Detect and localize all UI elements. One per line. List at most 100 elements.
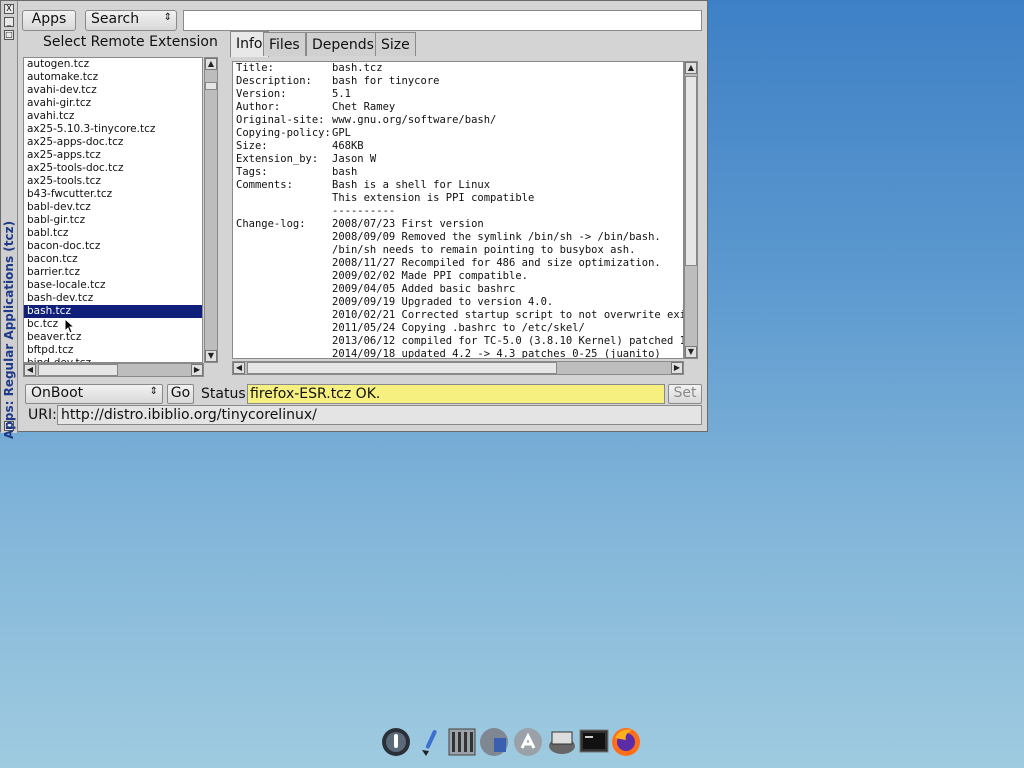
info-value: 2010/02/21 Corrected startup script to n… [332,309,684,321]
list-item[interactable]: avahi-dev.tcz [24,84,202,97]
info-value: /bin/sh needs to remain pointing to busy… [332,244,636,256]
power-icon[interactable] [380,726,412,758]
scroll-thumb[interactable] [205,82,217,90]
onboot-dropdown[interactable]: OnBoot ⇕ [25,384,163,404]
info-key: Version: [236,88,287,100]
apps-icon[interactable] [512,726,544,758]
hscroll-thumb[interactable] [38,364,118,376]
scroll-up-icon[interactable]: ▲ [205,58,217,70]
list-item[interactable]: automake.tcz [24,71,202,84]
tab-depends[interactable]: Depends [306,32,380,56]
terminal-icon[interactable] [578,726,610,758]
info-row: 2009/04/05 Added basic bashrc [233,283,683,296]
scroll-left-icon[interactable]: ◀ [233,362,245,374]
uri-label: URI: [28,407,57,423]
list-item[interactable]: ax25-tools.tcz [24,175,202,188]
window-titlebar[interactable]: X _ □ □ Apps: Regular Applications (tcz) [1,1,18,439]
info-key: Comments: [236,179,293,191]
scroll-right-icon[interactable]: ▶ [671,362,683,374]
list-item[interactable]: bacon.tcz [24,253,202,266]
list-item[interactable]: beaver.tcz [24,331,202,344]
list-item[interactable]: ax25-5.10.3-tinycore.tcz [24,123,202,136]
apps-menu-button[interactable]: Apps [22,10,76,31]
info-key: Size: [236,140,268,152]
info-value: bash.tcz [332,62,383,74]
list-item[interactable]: bacon-doc.tcz [24,240,202,253]
list-item[interactable]: b43-fwcutter.tcz [24,188,202,201]
info-key: Title: [236,62,274,74]
list-item[interactable]: babl.tcz [24,227,202,240]
dock [378,726,646,762]
scroll-thumb[interactable] [685,76,697,266]
list-item[interactable]: ax25-tools-doc.tcz [24,162,202,175]
info-row: /bin/sh needs to remain pointing to busy… [233,244,683,257]
uri-field[interactable]: http://distro.ibiblio.org/tinycorelinux/ [57,405,702,425]
maximize-icon[interactable]: □ [4,30,14,40]
info-key: Original-site: [236,114,325,126]
go-button[interactable]: Go [167,384,194,404]
list-item[interactable]: barrier.tcz [24,266,202,279]
info-row: Extension_by: Jason W [233,153,683,166]
info-value: GPL [332,127,351,139]
onboot-dropdown-label: OnBoot [31,385,84,401]
close-icon[interactable]: X [4,4,14,14]
app-window: X _ □ □ Apps: Regular Applications (tcz)… [0,0,708,439]
list-item[interactable]: avahi-gir.tcz [24,97,202,110]
list-item[interactable]: ax25-apps.tcz [24,149,202,162]
tab-files[interactable]: Files [263,32,306,56]
info-value: 2008/07/23 First version [332,218,484,230]
firefox-icon[interactable] [610,726,642,758]
info-value: 2009/02/02 Made PPI compatible. [332,270,528,282]
info-row: ---------- [233,205,683,218]
left-pane-title: Select Remote Extension [43,34,218,50]
info-key: Tags: [236,166,268,178]
control-panel-icon[interactable] [446,726,478,758]
extension-list-hscroll[interactable]: ◀ ▶ [23,363,204,377]
list-item[interactable]: base-locale.tcz [24,279,202,292]
network-icon[interactable] [546,726,578,758]
info-value: This extension is PPI compatible [332,192,535,204]
status-label: Status [201,386,246,402]
tab-size[interactable]: Size [375,32,416,56]
info-hscroll[interactable]: ◀ ▶ [232,361,684,375]
list-item[interactable]: bash-dev.tcz [24,292,202,305]
info-key: Author: [236,101,281,113]
list-item[interactable]: babl-dev.tcz [24,201,202,214]
scroll-down-icon[interactable]: ▼ [685,346,697,358]
list-item[interactable]: bc.tcz [24,318,202,331]
search-dropdown[interactable]: Search ⇕ [85,10,177,31]
extension-list[interactable]: autogen.tcz automake.tcz avahi-dev.tcz avah… [23,57,203,363]
set-button[interactable]: Set [668,384,702,404]
info-value: bash for tinycore [332,75,440,87]
list-item[interactable]: babl-gir.tcz [24,214,202,227]
info-row: 2010/02/21 Corrected startup script to n… [233,309,683,322]
info-value: Jason W [332,153,377,165]
hscroll-thumb[interactable] [247,362,557,374]
paint-brush-icon[interactable] [414,726,446,758]
search-input[interactable] [183,10,702,31]
scroll-right-icon[interactable]: ▶ [191,364,203,376]
info-row: Comments: Bash is a shell for Linux [233,179,683,192]
extension-list-vscroll[interactable]: ▲ ▼ [204,57,218,363]
minimize-icon[interactable]: _ [4,17,14,27]
info-row: Title: bash.tcz [233,62,683,75]
info-text-area[interactable]: Title: bash.tcz Description: bash for tinyc… [232,61,684,359]
mount-tool-icon[interactable] [478,726,510,758]
info-value: 5.1 [332,88,351,100]
scroll-up-icon[interactable]: ▲ [685,62,697,74]
info-value: ---------- [332,205,396,217]
info-vscroll[interactable]: ▲ ▼ [684,61,698,359]
scroll-down-icon[interactable]: ▼ [205,350,217,362]
info-row: Original-site: www.gnu.org/software/bash/ [233,114,683,127]
list-item[interactable]: ax25-apps-doc.tcz [24,136,202,149]
info-row: 2008/11/27 Recompiled for 486 and size o… [233,257,683,270]
list-item[interactable]: autogen.tcz [24,58,202,71]
scroll-left-icon[interactable]: ◀ [24,364,36,376]
info-value: 468KB [332,140,364,152]
info-row: Size: 468KB [233,140,683,153]
list-item[interactable]: avahi.tcz [24,110,202,123]
info-row: Description: bash for tinycore [233,75,683,88]
list-item[interactable]: bftpd.tcz [24,344,202,357]
info-row: Copying-policy: GPL [233,127,683,140]
list-item[interactable]: bash.tcz [24,305,202,318]
